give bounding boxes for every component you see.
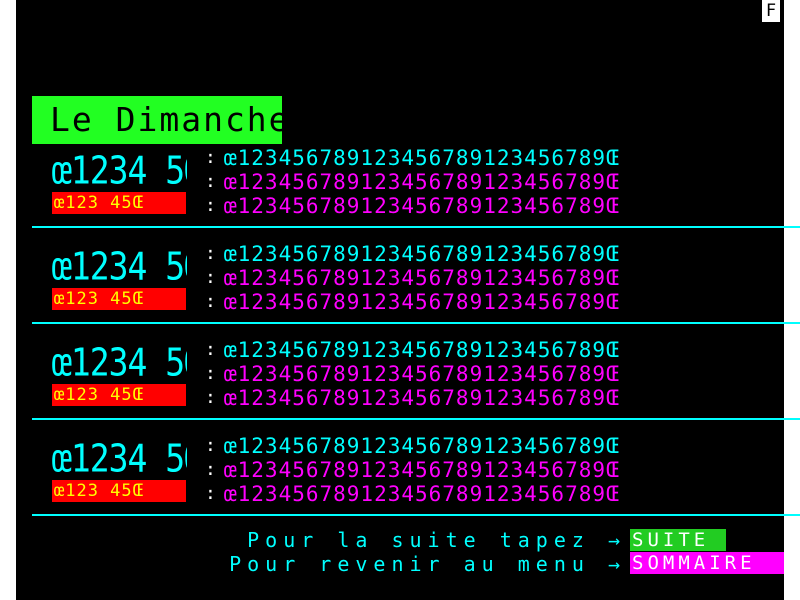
block-small-code: œ123 45Œ xyxy=(52,192,186,214)
colon-separator: : xyxy=(205,339,216,360)
block-small-code: œ123 45Œ xyxy=(52,384,186,406)
footer-suite-instruction: Pour la suite tapez → xyxy=(247,528,626,552)
block-line: œ123456789123456789123456789Œ xyxy=(224,146,620,170)
colon-separator: : xyxy=(205,243,216,264)
program-block: œ1234 5Œ œ123 45Œ : : : œ123456789123456… xyxy=(32,146,800,242)
footer-menu-instruction: Pour revenir au menu → xyxy=(229,552,626,576)
block-line: œ123456789123456789123456789Œ xyxy=(224,434,620,458)
colon-separator: : xyxy=(205,363,216,384)
colon-separator: : xyxy=(205,147,216,168)
block-line: œ123456789123456789123456789Œ xyxy=(224,482,620,506)
block-big-code: œ1234 5Œ xyxy=(52,340,187,385)
colon-separator: : xyxy=(205,387,216,408)
colon-separator: : xyxy=(205,483,216,504)
colon-separator: : xyxy=(205,291,216,312)
block-divider xyxy=(32,322,800,324)
page-title: Le Dimanche xyxy=(32,96,282,144)
colon-separator: : xyxy=(205,171,216,192)
block-line: œ123456789123456789123456789Œ xyxy=(224,194,620,218)
block-divider xyxy=(32,514,800,516)
videotex-screen: F Le Dimanche œ1234 5Œ œ123 45Œ : : : œ1… xyxy=(16,0,800,600)
block-small-code: œ123 45Œ xyxy=(52,288,186,310)
block-big-code: œ1234 5Œ xyxy=(52,436,187,481)
block-big-code: œ1234 5Œ xyxy=(52,244,187,289)
block-line: œ123456789123456789123456789Œ xyxy=(224,290,620,314)
colon-separator: : xyxy=(205,267,216,288)
block-line: œ123456789123456789123456789Œ xyxy=(224,458,620,482)
block-divider xyxy=(32,418,800,420)
colon-separator: : xyxy=(205,459,216,480)
block-small-code: œ123 45Œ xyxy=(52,480,186,502)
program-block: œ1234 5Œ œ123 45Œ : : : œ123456789123456… xyxy=(32,242,800,338)
block-divider xyxy=(32,226,800,228)
block-line: œ123456789123456789123456789Œ xyxy=(224,266,620,290)
colon-separator: : xyxy=(205,195,216,216)
block-line: œ123456789123456789123456789Œ xyxy=(224,338,620,362)
block-line: œ123456789123456789123456789Œ xyxy=(224,362,620,386)
program-block: œ1234 5Œ œ123 45Œ : : : œ123456789123456… xyxy=(32,338,800,434)
block-line: œ123456789123456789123456789Œ xyxy=(224,170,620,194)
program-block: œ1234 5Œ œ123 45Œ : : : œ123456789123456… xyxy=(32,434,800,530)
block-line: œ123456789123456789123456789Œ xyxy=(224,386,620,410)
sommaire-button[interactable]: SOMMAIRE xyxy=(630,552,784,574)
colon-separator: : xyxy=(205,435,216,456)
block-line: œ123456789123456789123456789Œ xyxy=(224,242,620,266)
suite-button[interactable]: SUITE xyxy=(630,529,726,551)
block-big-code: œ1234 5Œ xyxy=(52,148,187,193)
connection-indicator: F xyxy=(762,0,780,22)
